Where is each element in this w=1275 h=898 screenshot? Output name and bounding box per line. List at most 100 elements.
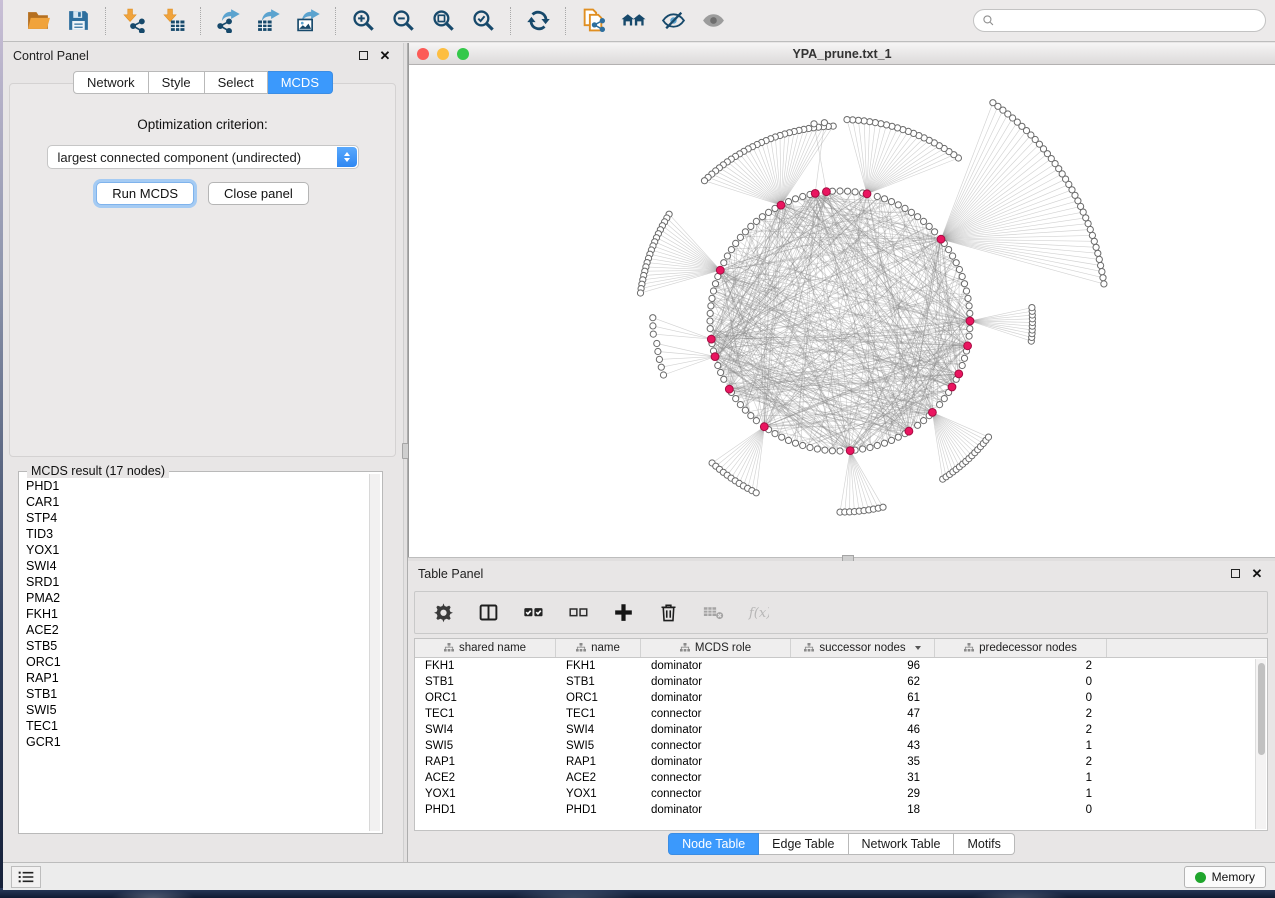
mcds-result-scrollbar[interactable] <box>369 474 380 831</box>
cell-name: SWI4 <box>556 724 641 736</box>
import-table-icon[interactable] <box>158 6 188 36</box>
save-session-icon[interactable] <box>63 6 93 36</box>
table-row[interactable]: FKH1FKH1dominator962 <box>415 658 1267 674</box>
table-options-gear-icon[interactable] <box>431 601 455 625</box>
mcds-result-item[interactable]: PHD1 <box>26 478 368 494</box>
export-image-icon[interactable] <box>293 6 323 36</box>
table-vertical-scrollbar[interactable] <box>1255 659 1266 829</box>
hide-selected-icon[interactable] <box>658 6 688 36</box>
add-column-icon[interactable] <box>611 601 635 625</box>
tab-mcds[interactable]: MCDS <box>268 71 333 94</box>
search-input[interactable] <box>1000 14 1257 28</box>
table-row[interactable]: PHD1PHD1dominator180 <box>415 802 1267 818</box>
tab-select[interactable]: Select <box>205 71 268 94</box>
cell-mcds_role: connector <box>641 772 791 784</box>
column-header-predecessor-nodes[interactable]: predecessor nodes <box>935 639 1107 657</box>
column-header-shared-name[interactable]: shared name <box>415 639 556 657</box>
tab-network-table[interactable]: Network Table <box>849 833 955 855</box>
column-header-filler <box>1107 639 1267 657</box>
table-row[interactable]: ORC1ORC1dominator610 <box>415 690 1267 706</box>
tab-edge-table[interactable]: Edge Table <box>759 833 848 855</box>
mcds-result-item[interactable]: RAP1 <box>26 670 368 686</box>
cell-successor_nodes: 61 <box>791 692 935 704</box>
status-bar: Memory <box>3 862 1275 890</box>
table-row[interactable]: SWI5SWI5connector431 <box>415 738 1267 754</box>
mcds-result-box: MCDS result (17 nodes) PHD1CAR1STP4TID3Y… <box>18 471 383 834</box>
show-columns-icon[interactable] <box>476 601 500 625</box>
table-row[interactable]: STB1STB1dominator620 <box>415 674 1267 690</box>
tab-network[interactable]: Network <box>73 71 149 94</box>
cell-mcds_role: connector <box>641 740 791 752</box>
mcds-result-item[interactable]: SRD1 <box>26 574 368 590</box>
float-panel-icon[interactable] <box>355 48 371 64</box>
zoom-in-icon[interactable] <box>348 6 378 36</box>
apply-layout-icon[interactable] <box>523 6 553 36</box>
cell-name: STB1 <box>556 676 641 688</box>
list-icon <box>18 870 34 884</box>
cell-shared_name: TEC1 <box>415 708 556 720</box>
column-header-label: name <box>591 642 620 654</box>
open-file-icon[interactable] <box>23 6 53 36</box>
mcds-result-item[interactable]: STB1 <box>26 686 368 702</box>
tab-node-table[interactable]: Node Table <box>668 833 759 855</box>
column-header-MCDS-role[interactable]: MCDS role <box>641 639 791 657</box>
network-canvas[interactable] <box>409 65 1275 557</box>
mcds-result-item[interactable]: GCR1 <box>26 734 368 750</box>
mcds-result-item[interactable]: FKH1 <box>26 606 368 622</box>
zoom-out-icon[interactable] <box>388 6 418 36</box>
zoom-fit-icon[interactable] <box>428 6 458 36</box>
control-panel-tabs: NetworkStyleSelectMCDS <box>3 71 403 94</box>
run-mcds-button[interactable]: Run MCDS <box>96 182 194 205</box>
export-table-icon[interactable] <box>253 6 283 36</box>
mcds-result-item[interactable]: STP4 <box>26 510 368 526</box>
cell-shared_name: RAP1 <box>415 756 556 768</box>
mcds-result-item[interactable]: STB5 <box>26 638 368 654</box>
cell-name: ACE2 <box>556 772 641 784</box>
mcds-result-item[interactable]: ACE2 <box>26 622 368 638</box>
float-panel-icon[interactable] <box>1227 566 1243 582</box>
cell-predecessor_nodes: 0 <box>935 692 1107 704</box>
select-all-rows-icon[interactable] <box>521 601 545 625</box>
table-row[interactable]: SWI4SWI4dominator462 <box>415 722 1267 738</box>
mcds-result-item[interactable]: YOX1 <box>26 542 368 558</box>
close-panel-button[interactable]: Close panel <box>208 182 309 205</box>
cell-successor_nodes: 96 <box>791 660 935 672</box>
tab-style[interactable]: Style <box>149 71 205 94</box>
scrollbar-thumb[interactable] <box>1258 663 1265 755</box>
zoom-selected-icon[interactable] <box>468 6 498 36</box>
mcds-result-item[interactable]: TEC1 <box>26 718 368 734</box>
deselect-all-rows-icon[interactable] <box>566 601 590 625</box>
column-header-label: predecessor nodes <box>979 642 1077 654</box>
import-network-icon[interactable] <box>118 6 148 36</box>
cell-name: PHD1 <box>556 804 641 816</box>
mcds-result-item[interactable]: SWI4 <box>26 558 368 574</box>
optimization-criterion-select[interactable]: largest connected component (undirected) <box>47 145 359 169</box>
mcds-result-item[interactable]: TID3 <box>26 526 368 542</box>
cell-shared_name: ORC1 <box>415 692 556 704</box>
mcds-result-item[interactable]: SWI5 <box>26 702 368 718</box>
delete-column-icon[interactable] <box>656 601 680 625</box>
task-history-button[interactable] <box>11 866 41 888</box>
mcds-result-item[interactable]: PMA2 <box>26 590 368 606</box>
app-window: Control Panel ✕ NetworkStyleSelectMCDS O… <box>3 0 1275 890</box>
table-row[interactable]: ACE2ACE2connector311 <box>415 770 1267 786</box>
cell-shared_name: PHD1 <box>415 804 556 816</box>
column-header-successor-nodes[interactable]: successor nodes <box>791 639 935 657</box>
table-row[interactable]: RAP1RAP1dominator352 <box>415 754 1267 770</box>
table-row[interactable]: TEC1TEC1connector472 <box>415 706 1267 722</box>
cell-name: TEC1 <box>556 708 641 720</box>
table-row[interactable]: YOX1YOX1connector291 <box>415 786 1267 802</box>
export-network-icon[interactable] <box>213 6 243 36</box>
close-panel-icon[interactable]: ✕ <box>377 48 393 64</box>
tab-motifs[interactable]: Motifs <box>954 833 1014 855</box>
memory-button[interactable]: Memory <box>1184 866 1266 888</box>
network-window-titlebar: YPA_prune.txt_1 <box>409 43 1275 65</box>
new-network-from-selection-icon[interactable] <box>578 6 608 36</box>
column-header-name[interactable]: name <box>556 639 641 657</box>
first-neighbors-icon[interactable] <box>618 6 648 36</box>
close-panel-icon[interactable]: ✕ <box>1249 566 1265 582</box>
mcds-result-item[interactable]: CAR1 <box>26 494 368 510</box>
mcds-result-list[interactable]: PHD1CAR1STP4TID3YOX1SWI4SRD1PMA2FKH1ACE2… <box>22 475 368 831</box>
mcds-result-item[interactable]: ORC1 <box>26 654 368 670</box>
column-header-label: MCDS role <box>695 642 751 654</box>
